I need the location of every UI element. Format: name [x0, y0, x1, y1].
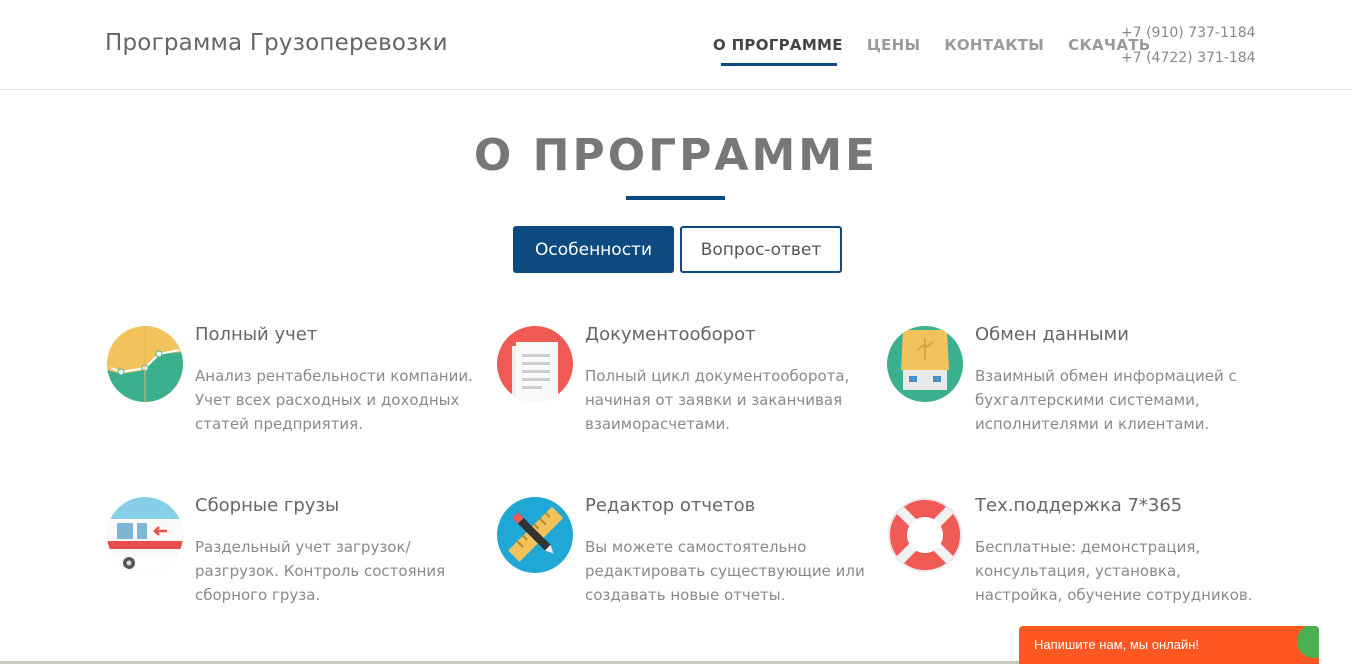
phone-2[interactable]: +7 (4722) 371-184	[1121, 46, 1256, 71]
phone-1[interactable]: +7 (910) 737-1184	[1121, 21, 1256, 46]
section-title: О ПРОГРАММЕ	[473, 130, 879, 181]
lifebuoy-icon	[888, 498, 962, 572]
ruler-pencil-icon	[497, 497, 573, 573]
nav-item-contacts[interactable]: КОНТАКТЫ	[944, 36, 1044, 64]
feature-tabs: Особенности Вопрос-ответ	[513, 226, 842, 273]
feature-title: Редактор отчетов	[585, 495, 756, 516]
chart-icon	[107, 326, 183, 402]
feature-title: Тех.поддержка 7*365	[975, 495, 1183, 516]
feature-description: Раздельный учет загрузок/ разгрузок. Кон…	[195, 538, 446, 604]
phone-numbers: +7 (910) 737-1184 +7 (4722) 371-184	[1121, 21, 1256, 71]
feature-title: Полный учет	[195, 324, 318, 345]
tab-faq[interactable]: Вопрос-ответ	[680, 226, 842, 273]
feature-description: Бесплатные: демонстрация, консультация, …	[975, 538, 1253, 604]
site-header: Программа Грузоперевозки О ПРОГРАММЕ ЦЕН…	[0, 0, 1352, 90]
tab-features[interactable]: Особенности	[513, 226, 674, 273]
online-status-icon	[1297, 626, 1319, 658]
chat-widget-button[interactable]: Напишите нам, мы онлайн!	[1019, 626, 1319, 664]
title-underline	[626, 196, 725, 200]
brand-title[interactable]: Программа Грузоперевозки	[105, 30, 448, 56]
feature-description: Полный цикл документооборота, начиная от…	[585, 367, 850, 433]
feature-title: Сборные грузы	[195, 495, 340, 516]
truck-icon	[107, 497, 183, 573]
usb-icon	[887, 326, 963, 402]
document-icon	[497, 326, 573, 402]
feature-title: Обмен данными	[975, 324, 1129, 345]
main-nav: О ПРОГРАММЕ ЦЕНЫ КОНТАКТЫ СКАЧАТЬ	[713, 36, 1175, 66]
nav-item-prices[interactable]: ЦЕНЫ	[867, 36, 920, 64]
nav-item-about[interactable]: О ПРОГРАММЕ	[713, 36, 843, 66]
feature-description: Взаимный обмен информацией с бухгалтерск…	[975, 367, 1237, 433]
chat-label: Напишите нам, мы онлайн!	[1034, 637, 1200, 652]
feature-title: Документооборот	[585, 324, 756, 345]
feature-description: Вы можете самостоятельно редактировать с…	[585, 538, 865, 604]
feature-description: Анализ рентабельности компании. Учет все…	[195, 367, 473, 433]
